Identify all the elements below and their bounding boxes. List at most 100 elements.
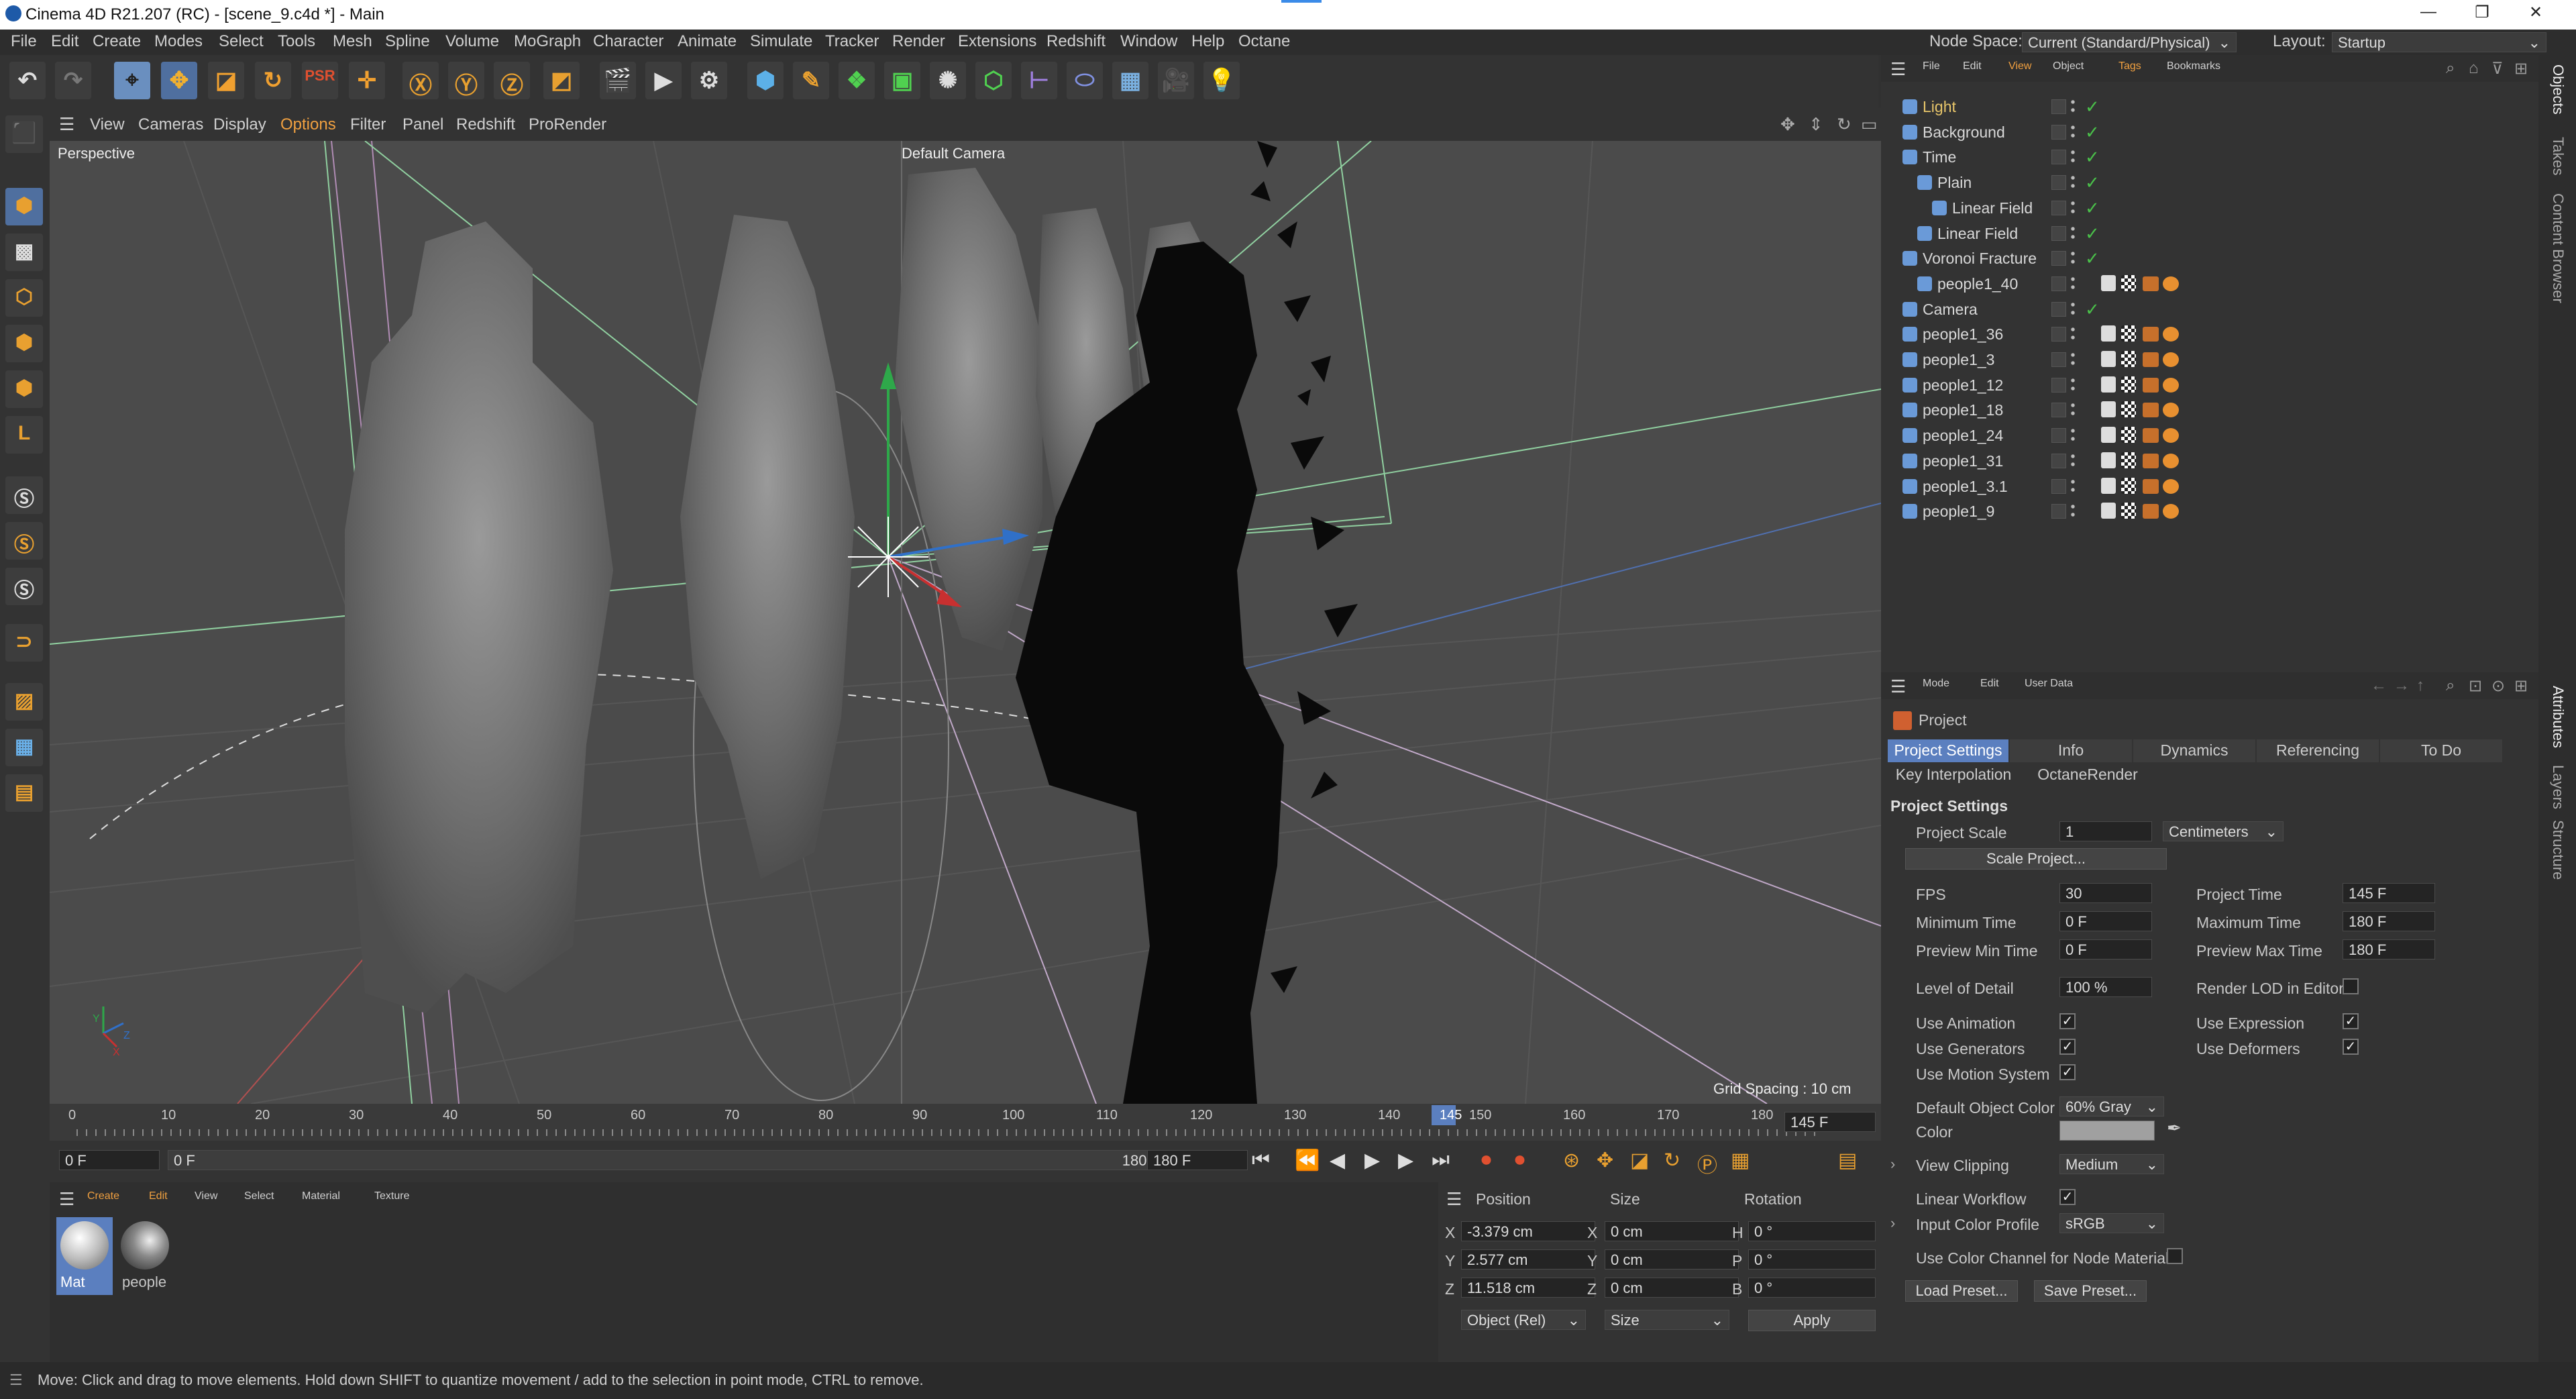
autokey-icon[interactable]: ⏺ [1515,1149,1525,1172]
end-frame-field[interactable]: 180 F [1147,1150,1248,1170]
go-to-start-icon[interactable]: ⏮ [1252,1149,1270,1172]
size-y-field[interactable]: 0 cm [1605,1249,1739,1270]
visibility-toggle[interactable] [2051,276,2066,291]
expand-arrow-icon[interactable]: › [1890,1155,1895,1173]
transform-icon[interactable]: ✛ [349,62,385,99]
menu-select[interactable]: Select [219,32,264,51]
object-row[interactable]: Linear Field ✓ [1881,221,2538,246]
attr-hamburger-icon[interactable]: ☰ [1890,676,1906,697]
menu-create[interactable]: Create [93,32,141,51]
recent-tools-icon[interactable]: PSR [302,62,338,99]
floor-icon[interactable]: ▦ [1112,62,1148,99]
vertex-map-tag-icon[interactable] [2143,352,2159,367]
menu-extensions[interactable]: Extensions [958,32,1036,51]
visibility-toggle[interactable] [2051,251,2066,266]
render-picture-viewer-icon[interactable]: ▶ [645,62,682,99]
project-scale-unit-select[interactable]: Centimeters ⌄ [2163,821,2284,841]
menu-mograph[interactable]: MoGraph [514,32,581,51]
color-swatch[interactable] [2059,1121,2155,1141]
cube-icon[interactable]: ⬢ [747,62,784,99]
planar-workplane-icon[interactable]: ▤ [5,774,43,812]
tab-info[interactable]: Info [2010,739,2132,762]
key-position-icon[interactable]: ✥ [1597,1149,1613,1172]
key-scale-icon[interactable]: ◪ [1630,1149,1649,1172]
object-row[interactable]: people1_18 [1881,397,2538,422]
visibility-toggle[interactable] [2051,99,2066,114]
phong-tag-icon[interactable] [2101,503,2116,519]
pen-icon[interactable]: ✎ [793,62,829,99]
editor-render-dots[interactable] [2070,351,2076,367]
vp-pan-icon[interactable]: ✥ [1780,114,1795,135]
visibility-toggle[interactable] [2051,428,2066,444]
enabled-check-icon[interactable]: ✓ [2085,97,2100,117]
x-axis-icon[interactable]: Ⓧ [402,62,439,99]
vp-menu-cameras[interactable]: Cameras [138,115,203,134]
selection-tag-icon[interactable] [2163,504,2179,519]
texture-tag-icon[interactable] [2121,427,2136,444]
magnet-icon[interactable]: ⊃ [5,624,43,662]
editor-render-dots[interactable] [2070,300,2076,317]
side-tab-objects[interactable]: Objects [2549,64,2567,115]
deformer-icon[interactable]: ⊢ [1021,62,1057,99]
menu-volume[interactable]: Volume [445,32,499,51]
menu-octane[interactable]: Octane [1238,32,1290,51]
attr-newview-icon[interactable]: ⊞ [2514,676,2528,696]
render-lod-checkbox[interactable] [2343,978,2359,994]
texture-tag-icon[interactable] [2121,452,2136,468]
points-mode-icon[interactable]: ⬡ [5,279,43,317]
menu-modes[interactable]: Modes [154,32,203,51]
coord-size-select[interactable]: Size ⌄ [1605,1310,1729,1330]
mograph-icon[interactable]: ⬡ [975,62,1012,99]
visibility-toggle[interactable] [2051,225,2066,241]
scale-icon[interactable]: ◪ [208,62,244,99]
vp-rotate-icon[interactable]: ↻ [1837,114,1851,135]
lod-field[interactable]: 100 % [2059,977,2152,997]
attr-settings-icon[interactable]: ⊙ [2491,676,2505,696]
side-tab-attributes[interactable]: Attributes [2549,686,2567,748]
snap-icon[interactable]: Ⓢ [5,476,43,514]
tab-dynamics[interactable]: Dynamics [2133,739,2255,762]
prev-key-icon[interactable]: ⏪ [1295,1149,1320,1172]
visibility-toggle[interactable] [2051,352,2066,367]
menu-animate[interactable]: Animate [678,32,737,51]
locked-workplane-icon[interactable]: ▦ [5,729,43,766]
vertex-map-tag-icon[interactable] [2143,428,2159,444]
rotation-b-field[interactable]: 0 ° [1748,1278,1876,1298]
maximize-button[interactable]: ❐ [2462,3,2502,27]
object-row[interactable]: Camera ✓ [1881,297,2538,321]
field-icon[interactable]: ⬭ [1067,62,1103,99]
project-scale-field[interactable]: 1 [2059,821,2152,841]
enabled-check-icon[interactable]: ✓ [2085,172,2100,193]
vertex-map-tag-icon[interactable] [2143,403,2159,418]
obj-menu-file[interactable]: File [1923,60,1940,72]
visibility-toggle[interactable] [2051,124,2066,140]
mat-menu-create[interactable]: Create [87,1190,119,1202]
start-frame-field[interactable]: 0 F [59,1150,160,1170]
max-time-field[interactable]: 180 F [2343,911,2435,931]
timeline-window-icon[interactable]: ▤ [1838,1149,1857,1172]
visibility-toggle[interactable] [2051,453,2066,468]
apply-button[interactable]: Apply [1748,1310,1876,1331]
editor-render-dots[interactable] [2070,401,2076,418]
texture-tag-icon[interactable] [2121,274,2136,291]
menu-edit[interactable]: Edit [51,32,78,51]
phong-tag-icon[interactable] [2101,452,2116,468]
save-preset-button[interactable]: Save Preset... [2034,1280,2147,1302]
y-axis-icon[interactable]: Ⓨ [448,62,484,99]
vp-zoom-icon[interactable]: ⇕ [1809,114,1823,135]
preview-min-field[interactable]: 0 F [2059,939,2152,960]
material-swatch-people[interactable]: people [117,1217,173,1295]
phong-tag-icon[interactable] [2101,325,2116,342]
object-row[interactable]: Plain ✓ [1881,170,2538,195]
preview-max-field[interactable]: 180 F [2343,939,2435,960]
visibility-toggle[interactable] [2051,327,2066,342]
expand-arrow-icon[interactable]: › [1890,1214,1895,1232]
default-color-select[interactable]: 60% Gray ⌄ [2059,1096,2164,1117]
selection-tag-icon[interactable] [2163,403,2179,418]
phong-tag-icon[interactable] [2101,401,2116,418]
menu-mesh[interactable]: Mesh [333,32,372,51]
enabled-check-icon[interactable]: ✓ [2085,223,2100,244]
vp-maximize-icon[interactable]: ▭ [1861,114,1878,135]
editor-render-dots[interactable] [2070,325,2076,342]
editor-render-dots[interactable] [2070,199,2076,215]
